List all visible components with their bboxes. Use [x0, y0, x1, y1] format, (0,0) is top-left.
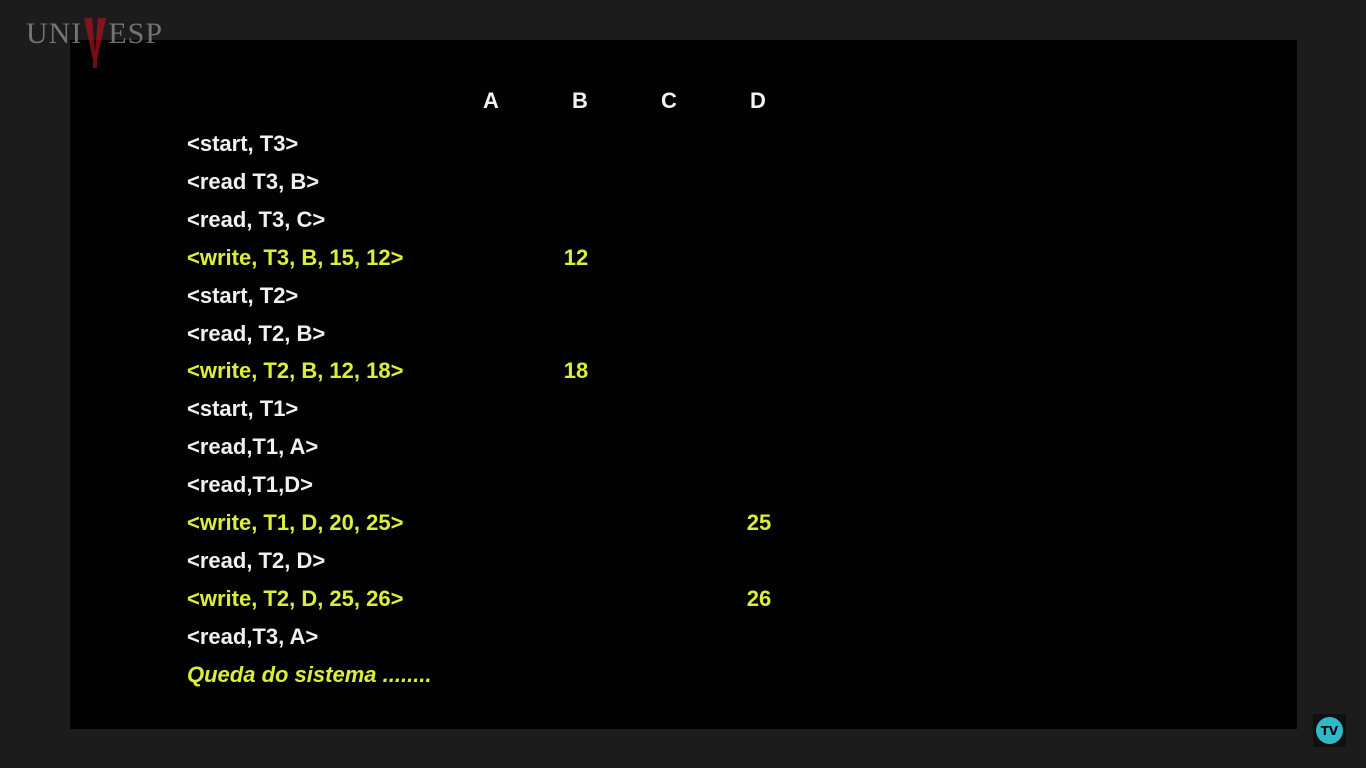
- system-crash-note: Queda do sistema ........: [187, 662, 432, 687]
- tv-icon: TV: [1316, 717, 1343, 744]
- log-line: <start, T3>: [187, 131, 299, 156]
- log-line-write: <write, T3, B, 15, 12>: [187, 244, 404, 270]
- cell-value-d: 25: [746, 510, 772, 535]
- cell-value-d: 26: [746, 585, 772, 611]
- cell-value-b: 12: [563, 244, 589, 270]
- log-line-write: <write, T1, D, 20, 25>: [187, 510, 404, 535]
- log-line: <read,T1,D>: [187, 472, 313, 498]
- log-line: <read, T2, D>: [187, 547, 326, 573]
- cell-value-b: 18: [563, 358, 589, 384]
- univesp-logo: UNI ESP: [26, 14, 163, 70]
- column-header-a: A: [483, 88, 499, 113]
- log-line: <read,T3, A>: [187, 623, 319, 649]
- logo-v-icon: [82, 14, 108, 70]
- column-header-c: C: [661, 88, 677, 113]
- column-header-d: D: [750, 88, 766, 113]
- log-line: <start, T1>: [187, 396, 299, 422]
- logo-text-left: UNI: [26, 17, 83, 50]
- log-line: <read, T2, B>: [187, 320, 326, 346]
- log-line: <start, T2>: [187, 282, 299, 308]
- log-line-write: <write, T2, B, 12, 18>: [187, 358, 404, 384]
- log-line: <read,T1, A>: [187, 434, 319, 460]
- logo-text-right: ESP: [108, 17, 164, 50]
- log-line: <read, T3, C>: [187, 206, 326, 232]
- video-frame: UNI ESP A B C D <start, T3> <read T3, B> <rea…: [0, 0, 1366, 768]
- tv-badge: TV: [1313, 714, 1346, 747]
- column-header-b: B: [572, 88, 588, 113]
- log-line: <read T3, B>: [187, 168, 320, 194]
- log-line-write: <write, T2, D, 25, 26>: [187, 585, 404, 611]
